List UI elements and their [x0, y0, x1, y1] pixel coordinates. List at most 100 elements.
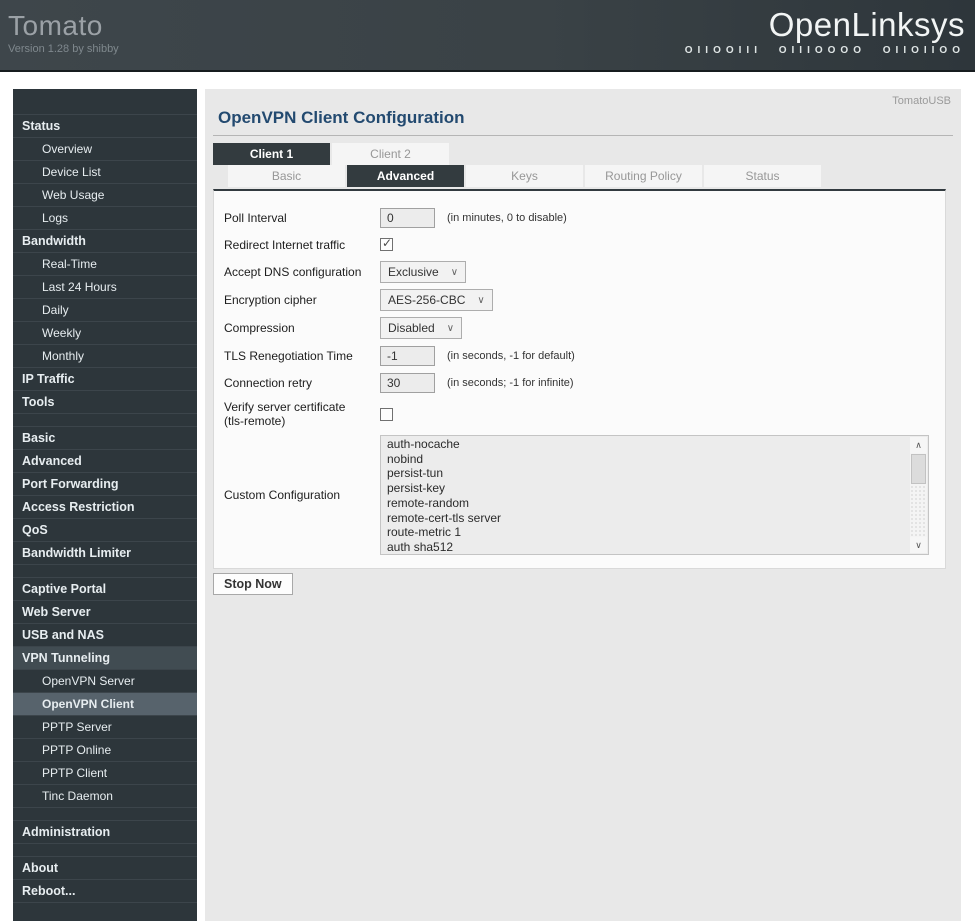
compression-select[interactable]: Disabled ∨	[380, 317, 463, 339]
redirect-traffic-checkbox[interactable]: ✓	[380, 236, 393, 251]
sidebar-item-tools[interactable]: Tools	[13, 391, 197, 414]
compression-label: Compression	[224, 321, 295, 335]
tab-keys[interactable]: Keys	[466, 165, 583, 187]
scroll-up-icon[interactable]: ∧	[910, 437, 927, 453]
form-row-accept-dns: Accept DNS configuration Exclusive ∨	[214, 258, 945, 286]
encryption-cipher-select[interactable]: AES-256-CBC ∨	[380, 289, 493, 311]
connection-retry-label: Connection retry	[224, 375, 313, 390]
sidebar-item-usb-and-nas[interactable]: USB and NAS	[13, 624, 197, 647]
stop-now-button[interactable]: Stop Now	[213, 573, 293, 595]
sidebar-item-daily[interactable]: Daily	[13, 299, 197, 322]
tab-status[interactable]: Status	[704, 165, 821, 187]
tomatousb-watermark: TomatoUSB	[892, 95, 951, 107]
sidebar-item-bandwidth[interactable]: Bandwidth	[13, 230, 197, 253]
chevron-down-icon: ∨	[446, 322, 455, 334]
form-row-poll-interval: Poll Interval 0 (in minutes, 0 to disabl…	[214, 204, 945, 231]
advanced-settings-form: Poll Interval 0 (in minutes, 0 to disabl…	[213, 189, 946, 569]
sidebar-nav: Status Overview Device List Web Usage Lo…	[13, 89, 197, 921]
connection-retry-note: (in seconds; -1 for infinite)	[447, 376, 574, 389]
app-header: Tomato Version 1.28 by shibby OpenLinksy…	[0, 0, 975, 72]
sidebar-item-bandwidth-limiter[interactable]: Bandwidth Limiter	[13, 542, 197, 565]
sidebar-item-last-24-hours[interactable]: Last 24 Hours	[13, 276, 197, 299]
connection-retry-input[interactable]: 30	[380, 372, 435, 393]
sidebar-item-tinc-daemon[interactable]: Tinc Daemon	[13, 785, 197, 808]
verify-certificate-label-line2: (tls-remote)	[224, 414, 286, 428]
screen: Tomato Version 1.28 by shibby OpenLinksy…	[0, 0, 975, 921]
sidebar-item-vpn-tunneling[interactable]: VPN Tunneling	[13, 647, 197, 670]
sidebar-item-web-server[interactable]: Web Server	[13, 601, 197, 624]
sidebar-item-ip-traffic[interactable]: IP Traffic	[13, 368, 197, 391]
sidebar-item-real-time[interactable]: Real-Time	[13, 253, 197, 276]
poll-interval-note: (in minutes, 0 to disable)	[447, 211, 567, 224]
scrollbar-thumb[interactable]	[911, 454, 926, 484]
sidebar-item-reboot[interactable]: Reboot...	[13, 880, 197, 903]
openlinksys-logo: OpenLinksys OIIOOIII OIIIOOOO OIIOIIOO	[685, 6, 965, 56]
page-title: OpenVPN Client Configuration	[218, 108, 465, 127]
sidebar-item-access-restriction[interactable]: Access Restriction	[13, 496, 197, 519]
sidebar-item-pptp-online[interactable]: PPTP Online	[13, 739, 197, 762]
sidebar-item-pptp-client[interactable]: PPTP Client	[13, 762, 197, 785]
tab-advanced[interactable]: Advanced	[347, 165, 464, 187]
sidebar-item-openvpn-client[interactable]: OpenVPN Client	[13, 693, 197, 716]
tls-renegotiation-input[interactable]: -1	[380, 345, 435, 366]
custom-configuration-text: auth-nocache nobind persist-tun persist-…	[387, 437, 502, 554]
sidebar-item-status[interactable]: Status	[13, 115, 197, 138]
sidebar-item-logs[interactable]: Logs	[13, 207, 197, 230]
sidebar-item-web-usage[interactable]: Web Usage	[13, 184, 197, 207]
sidebar-item-port-forwarding[interactable]: Port Forwarding	[13, 473, 197, 496]
tab-routing-policy[interactable]: Routing Policy	[585, 165, 702, 187]
form-row-compression: Compression Disabled ∨	[214, 314, 945, 342]
openlinksys-logo-text: OpenLinksys	[768, 6, 965, 43]
chevron-down-icon: ∨	[450, 266, 459, 278]
tab-basic[interactable]: Basic	[228, 165, 345, 187]
sidebar-item-pptp-server[interactable]: PPTP Server	[13, 716, 197, 739]
check-icon: ✓	[382, 236, 393, 250]
form-row-verify-certificate: Verify server certificate (tls-remote)	[214, 396, 945, 432]
custom-configuration-textarea[interactable]: auth-nocache nobind persist-tun persist-…	[380, 435, 929, 555]
sidebar-item-overview[interactable]: Overview	[13, 138, 197, 161]
tab-client-1[interactable]: Client 1	[213, 143, 330, 165]
tls-renegotiation-note: (in seconds, -1 for default)	[447, 349, 575, 362]
main-panel: TomatoUSB OpenVPN Client Configuration C…	[205, 89, 961, 921]
sidebar-item-weekly[interactable]: Weekly	[13, 322, 197, 345]
sidebar-spacer	[13, 414, 197, 427]
encryption-cipher-value: AES-256-CBC	[388, 293, 466, 307]
brand-block: Tomato Version 1.28 by shibby	[8, 10, 119, 55]
client-tabs: Client 1 Client 2	[213, 143, 451, 165]
encryption-cipher-label: Encryption cipher	[224, 293, 317, 307]
form-row-custom-configuration: Custom Configuration auth-nocache nobind…	[214, 432, 945, 558]
chevron-down-icon: ∨	[477, 294, 485, 306]
tls-renegotiation-label: TLS Renegotiation Time	[224, 348, 353, 363]
section-tabs: Basic Advanced Keys Routing Policy Statu…	[228, 165, 823, 187]
accept-dns-select[interactable]: Exclusive ∨	[380, 261, 467, 283]
accept-dns-value: Exclusive	[388, 265, 439, 279]
sidebar-item-about[interactable]: About	[13, 857, 197, 880]
form-row-tls-renegotiation: TLS Renegotiation Time -1 (in seconds, -…	[214, 342, 945, 369]
title-divider	[213, 135, 953, 136]
textarea-scrollbar[interactable]: ∧ ∨	[910, 437, 927, 553]
sidebar-spacer	[13, 808, 197, 821]
sidebar-spacer	[13, 565, 197, 578]
sidebar-spacer	[13, 102, 197, 115]
form-row-connection-retry: Connection retry 30 (in seconds; -1 for …	[214, 369, 945, 396]
sidebar-item-openvpn-server[interactable]: OpenVPN Server	[13, 670, 197, 693]
redirect-traffic-label: Redirect Internet traffic	[224, 237, 346, 252]
firmware-version: Version 1.28 by shibby	[8, 43, 119, 55]
verify-certificate-checkbox[interactable]	[380, 407, 393, 421]
sidebar-item-device-list[interactable]: Device List	[13, 161, 197, 184]
sidebar-item-basic[interactable]: Basic	[13, 427, 197, 450]
openlinksys-binary-text: OIIOOIII OIIIOOOO OIIOIIOO	[684, 45, 965, 56]
tab-client-2[interactable]: Client 2	[332, 143, 449, 165]
compression-value: Disabled	[388, 321, 435, 335]
verify-certificate-label: Verify server certificate (tls-remote)	[214, 400, 380, 428]
verify-certificate-label-line1: Verify server certificate	[224, 400, 346, 414]
sidebar-item-monthly[interactable]: Monthly	[13, 345, 197, 368]
sidebar-item-advanced[interactable]: Advanced	[13, 450, 197, 473]
sidebar-spacer	[13, 844, 197, 857]
poll-interval-input[interactable]: 0	[380, 207, 435, 228]
custom-configuration-label: Custom Configuration	[224, 488, 341, 502]
sidebar-item-qos[interactable]: QoS	[13, 519, 197, 542]
sidebar-item-administration[interactable]: Administration	[13, 821, 197, 844]
sidebar-item-captive-portal[interactable]: Captive Portal	[13, 578, 197, 601]
scroll-down-icon[interactable]: ∨	[910, 537, 927, 553]
